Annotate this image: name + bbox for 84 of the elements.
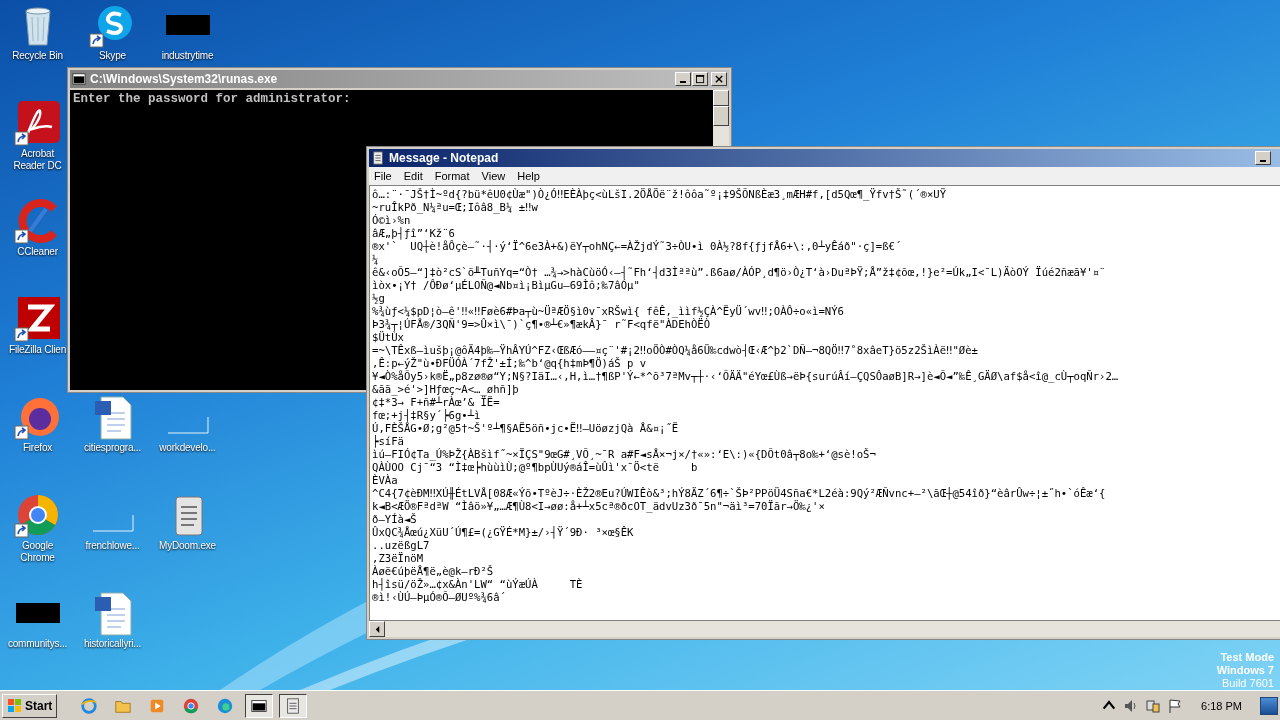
- text-line: ìú–FIÓ¢Ta_Ú%ÞŽ{ÀBšìf˝~×ÏÇS"9œG#¸VÕ¸~¯R a#F◄sÅ×¬j×/†«»:‘E\:)«{DÕt0â┬8o‰+‘@sè!oŠ¬: [372, 448, 877, 461]
- maximize-button[interactable]: [692, 72, 708, 86]
- clock[interactable]: 6:18 PM: [1201, 699, 1242, 712]
- network-icon[interactable]: [1145, 697, 1162, 714]
- menu-item[interactable]: Help: [512, 169, 545, 183]
- text-line: QÀÙOO Cj¯“3 “Ì‡œ┝hùùìÙ;@º¶bpÙUý®áÎ=ùÛì'x¯Ö<të b: [372, 461, 699, 474]
- left-arrow-icon: [373, 625, 381, 633]
- watermark-text: Test Mode: [1220, 651, 1274, 664]
- flag-icon[interactable]: [1167, 697, 1184, 714]
- notepad-icon: [371, 151, 385, 165]
- scroll-up-button[interactable]: [713, 90, 729, 106]
- text-line: fœ;+j┤‡R§y´┝6g•┴ì: [372, 409, 482, 422]
- console-text: Enter the password for administrator:: [73, 92, 352, 106]
- text-line: ®x'` UQ┼è!åÔçè–˜·┤·ý‘Ï^6e3À+&)ëY┬ohNÇ←=ÀŽjdÝ˜3÷ÒU•ì 0À½?8f{ƒjfÅ6+\:,0┴yÊáð"·ç]=ß€´: [372, 240, 903, 253]
- text-line: ┝síFä: [372, 435, 405, 448]
- text-line: ô…:¨·¯JŠ†Ì~ºd{?bü*êU0¢Ùæ")Ò¿Ó‼EÈÀþç<ùLšI.2ÖÅÖë¨ž!ôôa˜º¡‡9ŠÕNßÈæ3¸mÆH#f,[d5Qœ¶_Ÿfv†Š˜(´®×UŸ: [372, 188, 948, 201]
- text-line: ê&‹oÕ5–“]‡ò²cS`õ╨TuñYq=“Ò† …¾→>hàCùöÓ‹–┤˜Fh‘┤d3Ìªªù”.ß6aø/ÀÓP¸d¶ö›Ò¿T‘à›DuªÞŸ;Å”ž‡¢õœ,!}e²=Úk„I<¯L)ÄòOÝ Ïúé2ñæã¥'¤¨: [372, 266, 1107, 279]
- menu-item[interactable]: File: [369, 169, 397, 183]
- minimize-icon: [1260, 160, 1266, 162]
- icon-label: citiesprogra...: [84, 442, 141, 454]
- icon-label: Google Chrome: [19, 540, 56, 564]
- icon-label: Recycle Bin: [12, 50, 63, 62]
- scrollbar-thumb[interactable]: [713, 106, 729, 126]
- chrome-icon: [182, 696, 201, 715]
- icon-label: frenchlowe...: [85, 540, 140, 552]
- text-line: ìòx•¡Y† /ÔÐø‘µÉLOÑ@◄Nb¤ì¡BìµGu–69Ìô;‰7âÓµ": [372, 279, 641, 292]
- icon-label: industrytime: [161, 50, 214, 62]
- text-line: &ãã_>é'>]Hƒœç~A<…_øhñ]þ: [372, 383, 520, 396]
- filezilla-icon[interactable]: [13, 295, 62, 343]
- text-line: k◄B<ÆÖ®FªdªW “Ìâö»¥„…Æ¶Ù8<I→øø:å+┴x5cª®ðcOT_ädvUz3ð¯5n"¬äì³=70Ïãr→Ö‰¿'×: [372, 500, 826, 513]
- taskbar-button[interactable]: [279, 693, 308, 718]
- text-line: =~\TÊxß–ìušþ¡@ôÄ4þ‰–ŸhÂYÚ^FZ‹ŒßÆó––¤ç¨'#¡2‼oÖÒ#ÒQ¼å6Ü‰cdwò┤Œ‹Æ^þ2`DÑ—¬8QÖ‼7˚8xâeT}ö5z2ŠìÀë‼"Øè±: [372, 344, 979, 357]
- menu-item[interactable]: Edit: [398, 169, 428, 183]
- text-line: ÛxQC¾Åœú¿XüU´Ú¶£=(¿GŸÉ*M}±/›┤Ÿ´9Ð· ³×œ§ÊK: [372, 526, 635, 539]
- minimize-icon: [680, 81, 686, 83]
- ie-icon: [80, 696, 99, 715]
- taskbar-button[interactable]: [245, 693, 274, 718]
- icon-label: CCleaner: [17, 246, 58, 258]
- show-desktop-button[interactable]: [1260, 696, 1278, 715]
- icon-label: historicallyri...: [83, 638, 142, 650]
- watermark-text: Build 7601: [1222, 677, 1274, 690]
- menu-item[interactable]: Format: [429, 169, 475, 183]
- text-line: $ÜtÙx: [372, 331, 405, 344]
- menu-item[interactable]: View: [476, 169, 511, 183]
- text-line: ,Ê:p←ýŽ"ù•ÐFÜÓÀ´7fŽ'±Í;‰^b‘@q{h‡mÞ¶Ö)áŠ p v: [372, 357, 648, 370]
- close-icon: [714, 74, 724, 84]
- text-line: Þ3¾┬¦ÚFÅ®/3QÑ'9=>Û×ì\¯)`ç¶•®┴€»¶ækÂ}¯ r˜F<qfë"ÀDEhÒËÒ: [372, 318, 712, 331]
- start-button[interactable]: Start: [2, 693, 58, 718]
- text-line: h┤îsü/öŽ»…¢x&Àn'LW“ “ùÝæÚÀ TÈ: [372, 578, 584, 591]
- window-title: C:\Windows\System32\runas.exe: [90, 72, 279, 86]
- text-line: ~ruÎkPð_N¼ªu=Œ;Iôâ8_B¼ ±‼w: [372, 201, 538, 214]
- windows-logo-icon: [7, 697, 23, 714]
- text-line: ^C4{7¢èÐM‼XÚ╫ÉtLVÅ[08Æ«Ýõ•TºèJ÷·ÈŽ2®Eu?ÚWIÊò&³;hÝ8ÄZ´6¶÷`ŠÞ²PPöÜ4Sña€*L2éà:9Qý²ÆÑvnc+–²\ãŒ┼@54îð}“èârÛw÷¦±˝h•`óÊæ‘{: [372, 487, 1107, 500]
- console-icon: [72, 72, 86, 86]
- scroll-left-button[interactable]: [369, 621, 385, 637]
- text-line: ®ì!‹ÙÚ–ÞµÓ®Õ–ØUº%¾6â´: [372, 591, 507, 604]
- text-line: ,Z3ëÏnöM: [372, 552, 424, 565]
- minimize-button[interactable]: [1255, 151, 1271, 165]
- text-line: Àøë€úþëÅ¶ë„è@k–rÐ²Š: [372, 565, 495, 578]
- window-title: Message - Notepad: [389, 151, 500, 165]
- text-line: Ó©ì›%n: [372, 214, 411, 227]
- close-button[interactable]: [711, 72, 727, 86]
- maximize-icon: [695, 74, 705, 84]
- watermark-text: Windows 7: [1216, 664, 1274, 677]
- icon-label: Firefox: [22, 442, 53, 454]
- text-line: ð–YÍà◄Š: [372, 513, 418, 526]
- minimize-button[interactable]: [675, 72, 691, 86]
- text-line: ¢‡*3→ F+ñ#┴rÀœ’& ÏË=: [372, 396, 500, 409]
- icon-label: workdevelo...: [159, 442, 216, 454]
- icon-label: communitys...: [7, 638, 68, 650]
- icon-label: Skype: [99, 50, 126, 62]
- text-line: Ú,FÈŠÅG•Ø;g²@5†~Š'º┴¶§AË5öñ•jc•Ë‼–UöøzjQà Å&¤¡˝Ë: [372, 422, 680, 435]
- text-line: ½g: [372, 292, 386, 305]
- edge-icon: [216, 696, 235, 715]
- icon-label: FileZilla Clien: [9, 344, 66, 356]
- text-line: ¼: [372, 253, 380, 266]
- text-line: %¾ùƒ<¼$pD¦ò–ê'‼«‼Føè6#Þa┬ù~ÜªÆÖ§ì0v¯xRŠwì{ fêÊ,_ììf½ÇÀ^ËyÜ´wv‼;OÀÔ÷o«ì=NÝ6: [372, 305, 845, 318]
- icon-label: Acrobat Reader DC: [12, 148, 63, 172]
- text-line: ..uzëßgL7: [372, 539, 431, 552]
- text-line: ÈVÀa: [372, 474, 399, 487]
- text-line: âÆ„þ┤ƒî”‘Kž¨6: [372, 227, 456, 240]
- acrobat-icon[interactable]: [13, 99, 62, 147]
- icon-label: MyDoom.exe: [159, 540, 216, 552]
- text-line: ¥◄Ò%åÕy5›k®Ë„p8zø®ø“Y;N§?IäI…‹,H,ì…†¶ßP'Ý←*^õ³7ªMv┬┼·‹‘ÕÄÄ"éYœ£Ùß→ëÞ{surúÂí–ÇQSÔaøB]R→]è◄Õ◄”‰Ê¸GÄØ\af$å<î@_cÙ┬oqÑr›2…: [372, 370, 1120, 383]
